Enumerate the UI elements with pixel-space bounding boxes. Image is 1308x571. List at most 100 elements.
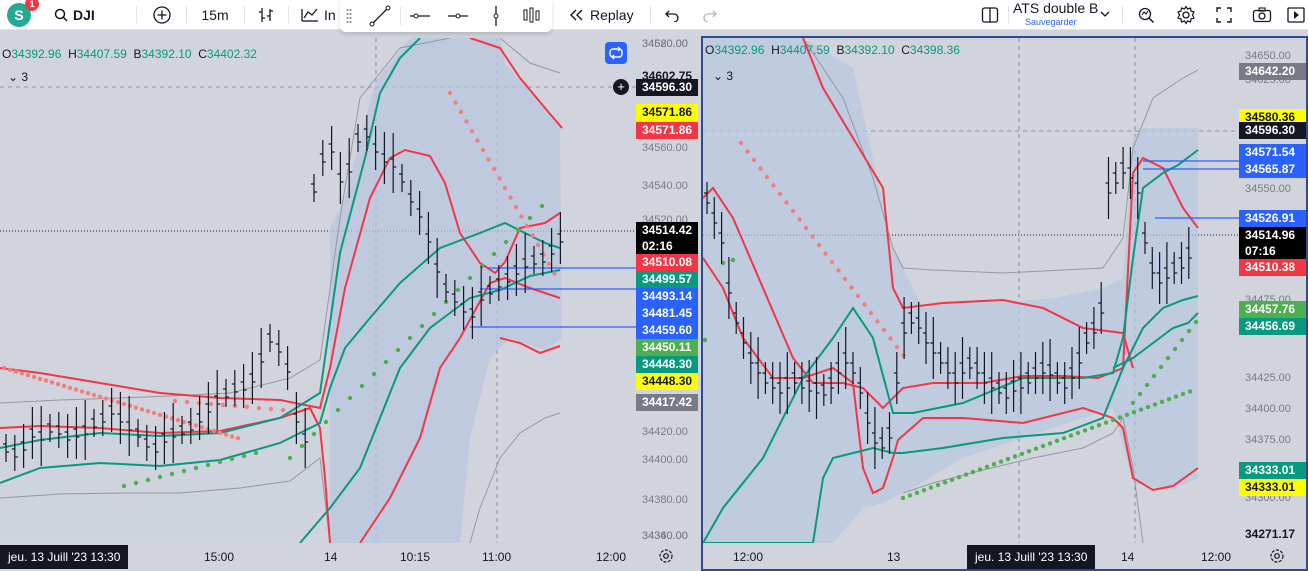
price-label[interactable]: 34510.38 bbox=[1239, 259, 1306, 276]
horizontal-line-icon[interactable] bbox=[408, 4, 432, 28]
left-chart-canvas[interactable] bbox=[0, 38, 636, 543]
sar-dot bbox=[745, 149, 750, 154]
legend-b-label: B bbox=[130, 47, 142, 61]
snapshot-button[interactable] bbox=[1250, 0, 1274, 30]
sar-dot bbox=[921, 488, 927, 493]
sar-dot bbox=[1075, 430, 1081, 436]
price-label[interactable]: 34450.11 bbox=[636, 339, 698, 356]
sar-dot bbox=[502, 185, 508, 191]
price-label[interactable]: 34565.87 bbox=[1239, 161, 1306, 178]
sar-dot bbox=[467, 275, 473, 281]
save-layout-label[interactable]: Sauvegarder bbox=[1013, 15, 1098, 29]
interval-button[interactable]: 15m bbox=[196, 0, 234, 30]
price-label[interactable]: 34571.54 bbox=[1239, 144, 1306, 161]
layout-button[interactable] bbox=[978, 0, 1002, 30]
compare-symbol-button[interactable] bbox=[150, 0, 174, 30]
toolbar-divider bbox=[400, 7, 401, 25]
price-label[interactable]: 34514.96 07:16 bbox=[1239, 227, 1306, 259]
sar-dot bbox=[67, 385, 73, 390]
price-label[interactable]: 34510.08 bbox=[636, 254, 698, 271]
legend-h-label: H bbox=[767, 43, 780, 57]
sar-dot bbox=[777, 191, 783, 197]
vertical-line-icon[interactable] bbox=[484, 4, 508, 28]
add-alert-button[interactable]: + bbox=[613, 79, 629, 95]
price-label[interactable]: 34271.17 bbox=[1239, 526, 1306, 543]
price-label[interactable]: 34493.14 bbox=[636, 288, 698, 305]
left-time-axis[interactable]: jeu. 13 Juill '23 13:30 15:00 14 10:15 1… bbox=[0, 543, 700, 571]
sar-dot bbox=[19, 371, 25, 376]
sync-button[interactable] bbox=[605, 42, 627, 64]
left-price-axis[interactable]: 34620.00 34580.00 34560.00 34540.00 34520.00… bbox=[636, 38, 698, 543]
sar-dot bbox=[784, 200, 789, 205]
price-label[interactable]: 34457.76 bbox=[1239, 301, 1306, 318]
price-label[interactable]: 34333.01 bbox=[1239, 462, 1306, 479]
sar-dot bbox=[1040, 443, 1046, 449]
settings-button[interactable] bbox=[1174, 0, 1198, 30]
price-label[interactable]: 34459.60 bbox=[636, 322, 698, 339]
price-label[interactable]: 34514.42 02:16 bbox=[636, 222, 698, 254]
price-label[interactable]: 34448.30 bbox=[636, 356, 698, 373]
left-chart-pane[interactable]: O34392.96 H34407.59 B34392.10 C34402.32 … bbox=[0, 38, 636, 543]
right-price-axis[interactable]: 34650.00 34625.00 34550.00 34475.00 34425.00… bbox=[1239, 38, 1306, 543]
sar-dot bbox=[157, 412, 163, 417]
drawing-toolbar bbox=[340, 0, 552, 32]
horizontal-ray-icon[interactable] bbox=[446, 4, 470, 28]
price-label[interactable]: 34456.69 bbox=[1239, 318, 1306, 335]
sar-dot bbox=[1144, 382, 1150, 388]
sar-dot bbox=[546, 261, 552, 267]
price-label-value: 34417.42 bbox=[642, 395, 693, 409]
sar-dot bbox=[1019, 451, 1025, 456]
price-label[interactable]: 34481.45 bbox=[636, 305, 698, 322]
layout-name-button[interactable]: ATS double B Sauvegarder bbox=[1013, 1, 1098, 29]
drag-handle-icon[interactable] bbox=[346, 8, 352, 24]
price-label[interactable]: 34333.01 bbox=[1239, 479, 1306, 496]
price-label[interactable]: 34596.30 bbox=[1239, 122, 1306, 139]
price-label[interactable]: 34642.20 bbox=[1239, 63, 1306, 80]
right-chart-canvas[interactable] bbox=[703, 38, 1239, 543]
price-label[interactable]: 34571.86 bbox=[636, 122, 698, 139]
user-avatar[interactable]: S 1 bbox=[4, 0, 39, 30]
price-label-value: 34448.30 bbox=[642, 357, 693, 371]
sar-dot bbox=[145, 477, 151, 483]
price-label[interactable]: 34526.91 bbox=[1239, 210, 1306, 227]
legend-b-label: B bbox=[833, 43, 845, 57]
price-label[interactable]: 34417.42 bbox=[636, 394, 698, 411]
fullscreen-button[interactable] bbox=[1212, 0, 1236, 30]
sar-dot bbox=[13, 369, 19, 374]
time-label: 12:00 bbox=[596, 550, 627, 564]
axis-settings-icon[interactable] bbox=[1269, 548, 1285, 564]
indicators-button[interactable]: In bbox=[300, 0, 342, 30]
price-label[interactable]: 34596.30 bbox=[636, 79, 698, 96]
time-label: 15:00 bbox=[204, 550, 235, 564]
axis-settings-icon[interactable] bbox=[658, 548, 674, 564]
legend-high: 34407.59 bbox=[779, 43, 830, 57]
indicators-collapse-toggle[interactable]: ⌄ 3 bbox=[713, 69, 733, 83]
chevron-down-icon[interactable] bbox=[1100, 10, 1110, 18]
symbol-search-button[interactable]: DJI bbox=[54, 0, 104, 30]
price-label[interactable]: 34448.30 bbox=[636, 373, 698, 390]
price-label[interactable]: 34571.86 bbox=[636, 104, 698, 121]
sar-dot bbox=[764, 174, 770, 180]
price-label-value: 34571.54 bbox=[1245, 145, 1296, 159]
trendline-icon[interactable] bbox=[368, 4, 392, 28]
bar-pattern-icon[interactable] bbox=[520, 4, 544, 28]
sar-dot bbox=[235, 436, 241, 441]
redo-button[interactable] bbox=[698, 0, 722, 30]
sar-dot bbox=[199, 425, 205, 430]
chart-style-button[interactable] bbox=[254, 0, 278, 30]
undo-button[interactable] bbox=[660, 0, 684, 30]
avatar[interactable]: S 1 bbox=[7, 0, 39, 27]
sar-dot bbox=[1068, 433, 1074, 438]
price-label[interactable]: 34499.57 bbox=[636, 271, 698, 288]
quick-search-button[interactable] bbox=[1134, 0, 1158, 30]
sar-dot bbox=[181, 468, 187, 474]
replay-button[interactable]: Replay bbox=[568, 0, 640, 30]
right-chart-pane[interactable]: O34392.96 H34407.59 B34392.10 C34398.36 … bbox=[703, 38, 1239, 543]
price-label-value: 34510.38 bbox=[1245, 260, 1296, 274]
sar-dot bbox=[287, 455, 293, 461]
indicators-collapse-toggle[interactable]: ⌄ 3 bbox=[8, 70, 28, 84]
sar-dot bbox=[97, 394, 103, 399]
right-time-axis[interactable]: 12:00 13 jeu. 13 Juill '23 13:30 14 12:0… bbox=[703, 543, 1308, 571]
publish-button[interactable] bbox=[1284, 0, 1308, 30]
time-label: 14 bbox=[1121, 550, 1135, 564]
